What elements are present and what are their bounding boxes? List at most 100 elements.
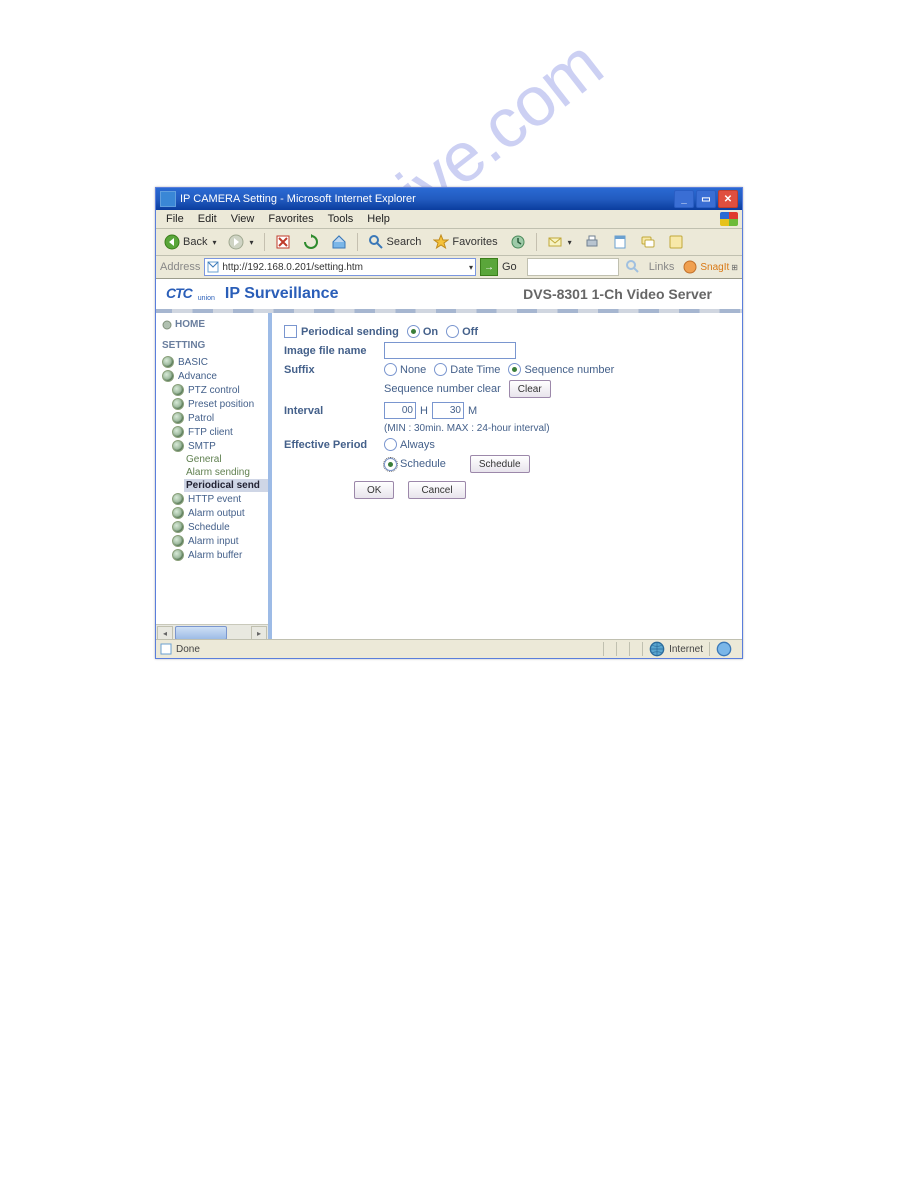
always-label: Always <box>400 439 435 451</box>
suffix-datetime-radio[interactable] <box>434 363 447 376</box>
status-done: Done <box>176 644 200 655</box>
done-icon <box>160 643 172 655</box>
snagit-label: SnagIt <box>700 262 729 273</box>
nav-basic-label: BASIC <box>178 357 208 368</box>
cancel-button[interactable]: Cancel <box>408 481 465 499</box>
nav-http-event[interactable]: HTTP event <box>162 492 268 506</box>
nav-basic[interactable]: BASIC <box>162 355 268 369</box>
off-radio[interactable] <box>446 325 459 338</box>
nav-alarm-sending[interactable]: Alarm sending <box>162 466 268 479</box>
title-bar: IP CAMERA Setting - Microsoft Internet E… <box>156 188 742 210</box>
schedule-label: Schedule <box>400 458 446 470</box>
nav-home[interactable]: HOME <box>162 319 268 330</box>
clear-button[interactable]: Clear <box>509 380 551 398</box>
back-icon <box>164 234 180 250</box>
nav-alarm-output[interactable]: Alarm output <box>162 506 268 520</box>
nav-ptz[interactable]: PTZ control <box>162 383 268 397</box>
bullet-icon <box>162 370 174 382</box>
ie-icon <box>160 191 176 207</box>
menu-view[interactable]: View <box>225 212 261 226</box>
forward-button[interactable]: ▾ <box>224 232 257 252</box>
menu-edit[interactable]: Edit <box>192 212 223 226</box>
suffix-none-radio[interactable] <box>384 363 397 376</box>
nav-alarm-buffer[interactable]: Alarm buffer <box>162 548 268 562</box>
menu-favorites[interactable]: Favorites <box>262 212 319 226</box>
home-button[interactable] <box>327 232 351 252</box>
on-radio[interactable] <box>407 325 420 338</box>
schedule-radio[interactable] <box>384 458 397 471</box>
bullet-icon <box>172 549 184 561</box>
brand-union: union <box>198 295 215 302</box>
history-button[interactable] <box>506 232 530 252</box>
bullet-icon <box>162 356 174 368</box>
suffix-sequence-radio[interactable] <box>508 363 521 376</box>
search-go-icon[interactable] <box>625 259 641 275</box>
nav-periodical-send[interactable]: Periodical send <box>184 479 268 492</box>
nav-schedule[interactable]: Schedule <box>162 520 268 534</box>
interval-label: Interval <box>284 405 384 417</box>
edit-button[interactable] <box>608 232 632 252</box>
scroll-thumb[interactable] <box>175 626 227 639</box>
bullet-icon <box>172 384 184 396</box>
image-file-name-input[interactable] <box>384 342 516 359</box>
print-button[interactable] <box>580 232 604 252</box>
messenger-button[interactable] <box>664 232 688 252</box>
address-input[interactable]: http://192.168.0.201/setting.htm ▾ <box>204 258 476 276</box>
nav-alarm-input[interactable]: Alarm input <box>162 534 268 548</box>
menu-bar: File Edit View Favorites Tools Help <box>156 210 742 229</box>
bullet-icon <box>172 412 184 424</box>
content-area: HOME SETTING BASIC Advance PTZ control P… <box>156 313 742 639</box>
minimize-button[interactable]: _ <box>674 190 694 208</box>
nav-ftp[interactable]: FTP client <box>162 425 268 439</box>
product-name: DVS-8301 1-Ch Video Server <box>338 286 732 302</box>
home-bullet-icon <box>162 320 172 330</box>
always-radio[interactable] <box>384 438 397 451</box>
chevron-down-icon[interactable]: ▾ <box>469 263 473 272</box>
back-button[interactable]: Back ▾ <box>160 232 220 252</box>
discuss-button[interactable] <box>636 232 660 252</box>
nav-patrol[interactable]: Patrol <box>162 411 268 425</box>
nav-general[interactable]: General <box>162 453 268 466</box>
periodical-checkbox[interactable] <box>284 325 297 338</box>
nav-advance[interactable]: Advance <box>162 369 268 383</box>
favorites-button[interactable]: Favorites <box>429 232 501 252</box>
go-button[interactable]: → <box>480 258 498 276</box>
stop-button[interactable] <box>271 232 295 252</box>
chevron-down-icon: ▾ <box>568 238 572 247</box>
menu-file[interactable]: File <box>160 212 190 226</box>
nav-periodical-label: Periodical send <box>186 480 260 491</box>
seq-clear-label: Sequence number clear <box>384 383 501 395</box>
nav-home-label: HOME <box>175 319 205 330</box>
snagit-expand-icon: ⊞ <box>731 263 738 272</box>
status-zone: Internet <box>669 644 703 655</box>
maximize-button[interactable]: ▭ <box>696 190 716 208</box>
suffix-label: Suffix <box>284 364 384 376</box>
mail-icon <box>547 234 563 250</box>
edit-icon <box>612 234 628 250</box>
menu-tools[interactable]: Tools <box>322 212 360 226</box>
interval-m-input[interactable]: 30 <box>432 402 464 419</box>
close-button[interactable]: ✕ <box>718 190 738 208</box>
snagit-button[interactable]: SnagIt ⊞ <box>682 259 738 275</box>
nav-ftp-label: FTP client <box>188 427 233 438</box>
refresh-button[interactable] <box>299 232 323 252</box>
nav-alarm-buffer-label: Alarm buffer <box>188 550 242 561</box>
forward-icon <box>228 234 244 250</box>
bullet-icon <box>172 398 184 410</box>
toolbar: Back ▾ ▾ <box>156 229 742 256</box>
interval-h-input[interactable]: 00 <box>384 402 416 419</box>
menu-help[interactable]: Help <box>361 212 396 226</box>
mail-button[interactable]: ▾ <box>543 232 576 252</box>
scroll-left-icon[interactable]: ◂ <box>157 626 173 639</box>
main-form: Periodical sending On Off Image file nam… <box>272 313 742 639</box>
status-info-icon <box>716 641 732 657</box>
sidebar-scrollbar[interactable]: ◂ ▸ <box>156 624 268 639</box>
nav-preset[interactable]: Preset position <box>162 397 268 411</box>
nav-smtp[interactable]: SMTP <box>162 439 268 453</box>
schedule-button[interactable]: Schedule <box>470 455 530 473</box>
ok-button[interactable]: OK <box>354 481 394 499</box>
search-box[interactable] <box>527 258 619 276</box>
search-icon <box>368 234 384 250</box>
search-button[interactable]: Search <box>364 232 426 252</box>
scroll-right-icon[interactable]: ▸ <box>251 626 267 639</box>
